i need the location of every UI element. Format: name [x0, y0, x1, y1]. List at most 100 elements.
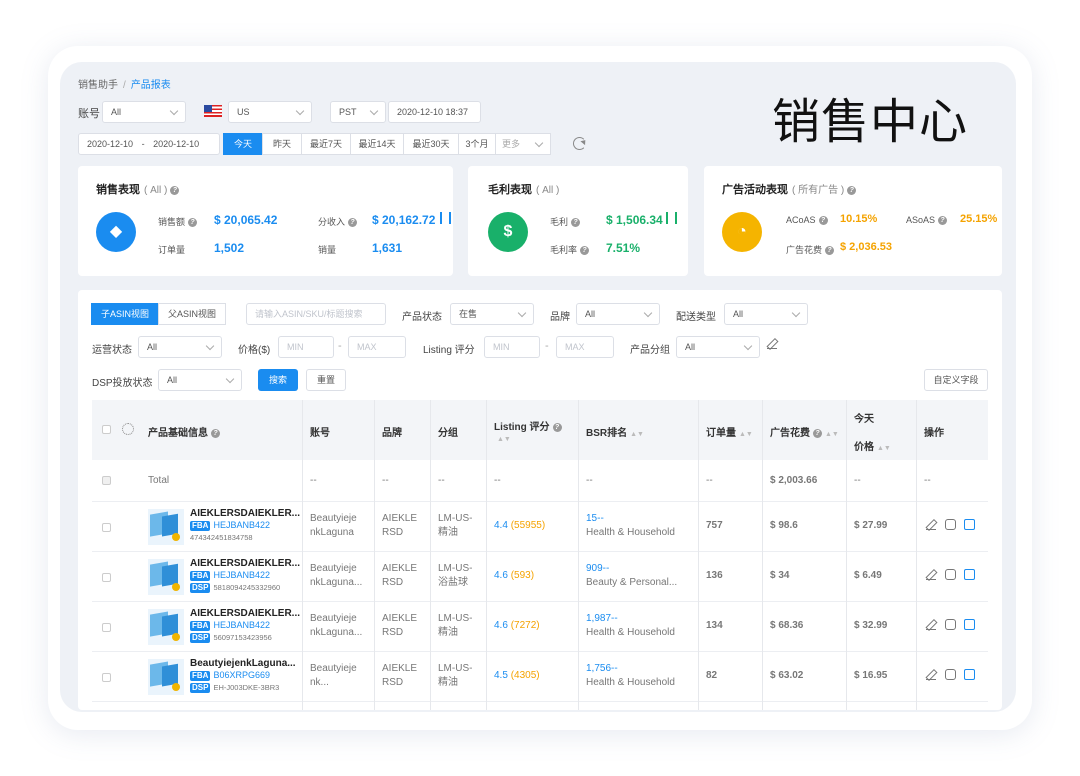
gear-icon[interactable]	[122, 423, 134, 435]
review-count[interactable]: (55955)	[511, 520, 545, 531]
help-icon[interactable]: ?	[813, 428, 822, 438]
edit-icon[interactable]	[926, 570, 936, 580]
col-price[interactable]: 价格 ▲▼	[854, 438, 891, 453]
col-listing[interactable]: Listing 评分? ▲▼	[494, 418, 562, 444]
help-icon[interactable]: ?	[188, 218, 198, 228]
units-label: 销量	[318, 245, 337, 255]
search-button[interactable]: 搜索	[258, 369, 298, 391]
refresh-icon[interactable]	[573, 137, 586, 150]
row-checkbox[interactable]	[102, 623, 111, 632]
bsr-rank[interactable]: 1,756--	[586, 663, 618, 674]
product-sku[interactable]: HEJBANB422	[213, 570, 270, 580]
product-name[interactable]: BeautyiejenkLaguna...	[190, 658, 296, 669]
sort-icon[interactable]: ▲▼	[497, 436, 511, 443]
range-7d-button[interactable]: 最近7天	[301, 133, 351, 155]
col-listing-label: Listing 评分	[494, 422, 550, 433]
chart-icon[interactable]	[666, 212, 677, 224]
listing-max-input[interactable]: MAX	[556, 336, 614, 358]
dsp-status-select[interactable]: All	[158, 369, 242, 391]
row-checkbox[interactable]	[102, 523, 111, 532]
col-ad-spend[interactable]: 广告花费? ▲▼	[770, 424, 839, 439]
listing-min-input[interactable]: MIN	[484, 336, 540, 358]
comment-icon[interactable]	[964, 569, 975, 580]
bsr-rank[interactable]: 909--	[586, 563, 609, 574]
breadcrumb-parent[interactable]: 销售助手	[78, 80, 118, 91]
help-icon[interactable]: ?	[170, 185, 180, 195]
edit-icon[interactable]	[926, 670, 936, 680]
review-count[interactable]: (7272)	[511, 620, 540, 631]
range-14d-button[interactable]: 最近14天	[350, 133, 404, 155]
comment-icon[interactable]	[964, 619, 975, 630]
child-asin-view-tab[interactable]: 子ASIN视图	[91, 303, 159, 325]
camera-icon[interactable]	[945, 569, 956, 580]
status-select[interactable]: 在售	[450, 303, 534, 325]
range-today-button[interactable]: 今天	[223, 133, 263, 155]
select-all-checkbox[interactable]	[102, 425, 111, 434]
product-name[interactable]: AIEKLERSDAIEKLER...	[190, 608, 300, 619]
sort-icon[interactable]: ▲▼	[825, 431, 839, 438]
chart-icon[interactable]	[440, 212, 451, 224]
product-sku[interactable]: HEJBANB422	[213, 520, 270, 530]
bsr-rank[interactable]: 15--	[586, 513, 604, 524]
col-divider	[486, 400, 487, 710]
chevron-down-icon	[534, 138, 544, 148]
search-input[interactable]: 请输入ASIN/SKU/标题搜索	[246, 303, 386, 325]
help-icon[interactable]: ?	[938, 216, 948, 226]
camera-icon[interactable]	[945, 619, 956, 630]
camera-icon[interactable]	[945, 519, 956, 530]
sort-icon[interactable]: ▲▼	[630, 431, 644, 438]
comment-icon[interactable]	[964, 519, 975, 530]
product-name[interactable]: AIEKLERSDAIEKLER...	[190, 508, 300, 519]
edit-icon[interactable]	[926, 520, 936, 530]
custom-fields-button[interactable]: 自定义字段	[924, 369, 988, 391]
date-range-picker[interactable]: 2020-12-10 - 2020-12-10	[78, 133, 220, 155]
fba-badge: FBA	[190, 571, 211, 581]
timezone-select[interactable]: PST	[330, 101, 386, 123]
help-icon[interactable]: ?	[211, 428, 220, 438]
product-sku[interactable]: HEJBANB422	[213, 620, 270, 630]
help-icon[interactable]: ?	[571, 218, 581, 228]
help-icon[interactable]: ?	[552, 422, 562, 432]
help-icon[interactable]: ?	[825, 246, 835, 256]
row-group-line1: LM-US-	[438, 563, 473, 574]
range-yesterday-button[interactable]: 昨天	[262, 133, 302, 155]
row-ad-spend: $ 98.6	[770, 520, 798, 531]
product-sku[interactable]: B06XRPG669	[213, 670, 270, 680]
product-name[interactable]: AIEKLERSDAIEKLER...	[190, 558, 300, 569]
help-icon[interactable]: ?	[348, 218, 358, 228]
metric-label: 毛利率?	[550, 243, 590, 256]
edit-icon[interactable]	[926, 620, 936, 630]
account-select[interactable]: All	[102, 101, 186, 123]
ship-type-select[interactable]: All	[724, 303, 808, 325]
reset-button[interactable]: 重置	[306, 369, 346, 391]
help-icon[interactable]: ?	[818, 216, 828, 226]
product-thumbnail	[148, 659, 184, 695]
row-checkbox[interactable]	[102, 573, 111, 582]
price-max-input[interactable]: MAX	[348, 336, 406, 358]
market-select-value: US	[237, 107, 250, 117]
col-bsr[interactable]: BSR排名 ▲▼	[586, 424, 644, 439]
bsr-rank[interactable]: 1,987--	[586, 613, 618, 624]
review-count[interactable]: (4305)	[511, 670, 540, 681]
brand-select[interactable]: All	[576, 303, 660, 325]
range-3m-button[interactable]: 3个月	[458, 133, 496, 155]
help-icon[interactable]: ?	[580, 246, 590, 256]
help-icon[interactable]: ?	[847, 185, 857, 195]
parent-asin-view-tab[interactable]: 父ASIN视图	[158, 303, 226, 325]
comment-icon[interactable]	[964, 669, 975, 680]
sort-icon[interactable]: ▲▼	[877, 445, 891, 452]
row-checkbox[interactable]	[102, 673, 111, 682]
profit-value: $ 1,506.34	[606, 213, 663, 227]
ops-status-select[interactable]: All	[138, 336, 222, 358]
row-bsr: 909-- Beauty & Personal...	[586, 562, 677, 590]
edit-group-icon[interactable]	[767, 339, 777, 349]
camera-icon[interactable]	[945, 669, 956, 680]
range-more-select[interactable]: 更多	[495, 133, 551, 155]
review-count[interactable]: (593)	[511, 570, 534, 581]
range-30d-button[interactable]: 最近30天	[403, 133, 459, 155]
price-min-input[interactable]: MIN	[278, 336, 334, 358]
group-select[interactable]: All	[676, 336, 760, 358]
sort-icon[interactable]: ▲▼	[739, 431, 753, 438]
col-orders[interactable]: 订单量 ▲▼	[706, 424, 753, 439]
market-select[interactable]: US	[228, 101, 312, 123]
